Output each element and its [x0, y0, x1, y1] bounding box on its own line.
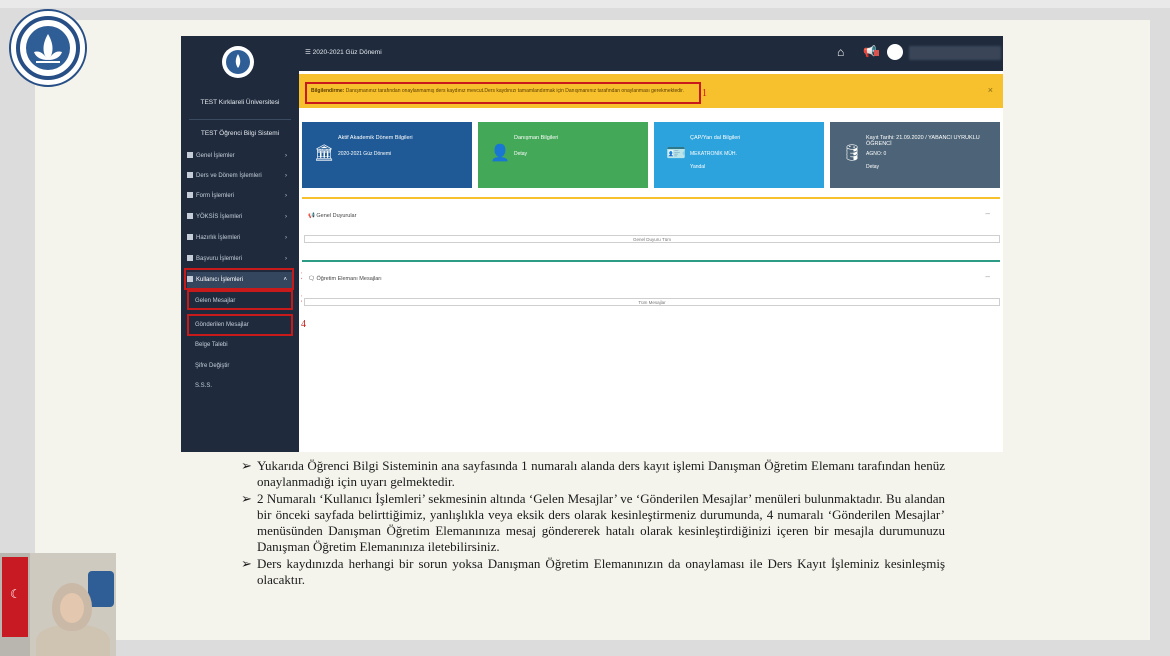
sidebar-item-label: YÖKSİS İşlemleri — [196, 214, 243, 220]
card-title: Aktif Akademik Dönem Bilgileri — [338, 135, 413, 141]
hamburger-icon[interactable]: ☰ — [305, 49, 313, 56]
card-subtitle: MEKATRONİK MÜH. — [690, 151, 737, 157]
sidebar-item-label: Form İşlemleri — [196, 193, 235, 199]
database-icon: 🛢 — [842, 145, 863, 162]
sidebar-item-basvuru[interactable]: Başvuru İşlemleri › — [187, 251, 293, 267]
sidebar-item-genel[interactable]: Genel İşlemler › — [187, 148, 293, 164]
avatar[interactable] — [887, 44, 903, 60]
chevron-right-icon: › — [285, 193, 287, 199]
card-subtitle-2: Yandal — [690, 164, 706, 170]
university-flag — [88, 571, 114, 607]
sidebar-item-form[interactable]: Form İşlemleri › — [187, 188, 293, 204]
sidebar-item-hazirlik[interactable]: Hazırlık İşlemleri › — [187, 230, 293, 246]
chevron-right-icon: › — [285, 173, 287, 179]
card-active-term[interactable]: 🏛 Aktif Akademik Dönem Bilgileri 2020-20… — [302, 122, 472, 188]
term-label: 2020-2021 Güz Dönemi — [312, 49, 382, 56]
user-name-blurred[interactable] — [909, 46, 1001, 60]
sidebar-item-yoksis[interactable]: YÖKSİS İşlemleri › — [187, 209, 293, 225]
menu-icon — [187, 152, 193, 159]
annotation-box-2 — [184, 268, 294, 290]
collapse-icon[interactable]: – — [986, 272, 990, 281]
card-title: Danışman Bilgileri — [514, 135, 559, 141]
system-screenshot: TEST Kırklareli Üniversitesi TEST Öğrenc… — [181, 36, 1003, 452]
top-bar: ☰ 2020-2021 Güz Dönemi ⌂ 📢 — [299, 36, 1003, 71]
university-logo — [9, 9, 87, 87]
turkish-flag: ☾ — [2, 557, 28, 637]
annotation-box-3 — [187, 290, 293, 310]
term-title[interactable]: ☰ 2020-2021 Güz Dönemi — [305, 48, 382, 56]
panel-top-line — [302, 260, 1000, 262]
sidebar-item-label: Başvuru İşlemleri — [196, 256, 243, 262]
bullet-list: ➢ Yukarıda Öğrenci Bilgi Sisteminin ana s… — [241, 458, 945, 588]
card-title: Kayıt Tarihi: 21.09.2020 / YABANCI UYRUK… — [866, 135, 980, 147]
annotation-number-4: 4 — [301, 319, 306, 330]
arrow-bullet-icon: ➢ — [241, 555, 252, 571]
sidebar-logo — [222, 46, 254, 78]
close-icon[interactable]: × — [988, 85, 993, 95]
arrow-bullet-icon: ➢ — [241, 490, 252, 506]
sidebar-subitem-belge-talebi[interactable]: Belge Talebi — [195, 338, 295, 352]
card-title: ÇAP/Yan dal Bilgileri — [690, 135, 741, 141]
card-advisor[interactable]: 👤 Danışman Bilgileri Detay — [478, 122, 648, 188]
annotation-box-1 — [305, 82, 701, 104]
menu-icon — [187, 192, 193, 199]
panel-title-label: Genel Duyurular — [316, 213, 357, 219]
sidebar-divider — [189, 119, 291, 120]
panel-instructor-messages: 🗨 Öğretim Elemanı Mesajları – Tüm Mesajl… — [302, 260, 1000, 310]
id-card-icon: 🪪 — [666, 145, 686, 162]
annotation-number-1: 1 — [702, 88, 707, 99]
menu-icon — [187, 234, 193, 241]
panel-top-line — [302, 197, 1000, 199]
collapse-icon[interactable]: – — [986, 209, 990, 218]
chevron-right-icon: › — [285, 256, 287, 262]
panel-title: 🗨 Öğretim Elemanı Mesajları — [308, 276, 382, 282]
bullet-item: ➢ Yukarıda Öğrenci Bilgi Sisteminin ana s… — [241, 458, 945, 491]
menu-icon — [187, 172, 193, 179]
panel-title: 📢 Genel Duyurular — [308, 213, 356, 219]
sidebar-university-name: TEST Kırklareli Üniversitesi — [200, 99, 280, 106]
chevron-right-icon: › — [285, 235, 287, 241]
card-double-major[interactable]: 🪪 ÇAP/Yan dal Bilgileri MEKATRONİK MÜH. … — [654, 122, 824, 188]
webcam-video: ☾ — [0, 553, 116, 656]
bullet-item: ➢ 2 Numaralı ‘Kullanıcı İşlemleri’ sekmes… — [241, 491, 945, 556]
user-icon: 👤 — [490, 145, 510, 162]
chevron-right-icon: › — [285, 214, 287, 220]
bullet-item: ➢ Ders kaydınızda herhangi bir sorun yoks… — [241, 556, 945, 589]
message-icon: 🗨 — [308, 276, 317, 282]
all-messages-button[interactable]: Tüm Mesajlar — [304, 298, 1000, 306]
bullet-text: Yukarıda Öğrenci Bilgi Sisteminin ana sa… — [257, 458, 945, 490]
card-detail-link[interactable]: Detay — [866, 164, 879, 170]
bank-icon: 🏛 — [314, 145, 335, 162]
sidebar-subitem-sss[interactable]: S.S.S. — [195, 379, 295, 393]
home-icon[interactable]: ⌂ — [837, 45, 844, 59]
card-subtitle: 2020-2021 Güz Dönemi — [338, 151, 392, 157]
menu-icon — [187, 213, 193, 220]
all-announcements-button[interactable]: Genel Duyuru Tüm — [304, 235, 1000, 243]
card-detail-link[interactable]: Detay — [514, 151, 527, 157]
bullet-text: Ders kaydınızda herhangi bir sorun yoksa… — [257, 555, 945, 588]
arrow-bullet-icon: ➢ — [241, 458, 252, 473]
sidebar: TEST Kırklareli Üniversitesi TEST Öğrenc… — [181, 36, 299, 452]
menu-icon — [187, 255, 193, 262]
panel-title-label: Öğretim Elemanı Mesajları — [316, 276, 382, 282]
sidebar-item-label: Genel İşlemler — [196, 153, 235, 159]
sidebar-item-ders[interactable]: Ders ve Dönem İşlemleri › — [187, 168, 293, 184]
card-subtitle: AGNO: 0 — [866, 151, 887, 157]
window-top-strip — [0, 0, 1170, 8]
panel-announcements: 📢 Genel Duyurular – Genel Duyuru Tüm — [302, 197, 1000, 247]
notification-badge — [874, 50, 879, 56]
bullet-text: 2 Numaralı ‘Kullanıcı İşlemleri’ sekmesi… — [257, 490, 945, 555]
presenter-face — [60, 593, 84, 623]
sidebar-item-label: Ders ve Dönem İşlemleri — [196, 173, 262, 179]
sidebar-item-label: Hazırlık İşlemleri — [196, 235, 241, 241]
chevron-right-icon: › — [285, 153, 287, 159]
card-registration[interactable]: 🛢 Kayıt Tarihi: 21.09.2020 / YABANCI UYR… — [830, 122, 1000, 188]
sidebar-system-name: TEST Öğrenci Bilgi Sistemi — [200, 130, 280, 137]
annotation-box-4 — [187, 314, 293, 336]
sidebar-subitem-sifre-degistir[interactable]: Şifre Değiştir — [195, 359, 295, 373]
crescent-star-icon: ☾ — [10, 587, 21, 601]
